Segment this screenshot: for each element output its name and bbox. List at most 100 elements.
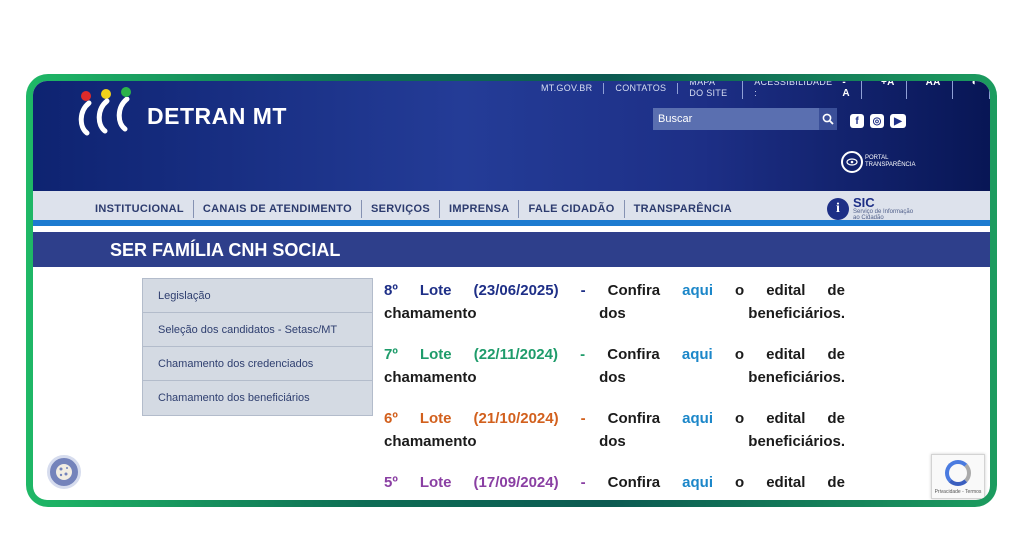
sic-title: SIC bbox=[853, 195, 875, 210]
lote-link[interactable]: aqui bbox=[682, 279, 713, 302]
eye-icon bbox=[841, 151, 863, 173]
detran-logo-mark bbox=[77, 87, 141, 139]
lote-text: edital bbox=[766, 410, 806, 427]
lote-text: de bbox=[827, 282, 845, 299]
recaptcha-badge[interactable]: Privacidade - Termos bbox=[931, 454, 985, 499]
lote-entry: 6º Lote (21/10/2024) - Confira aqui o edital de c… bbox=[384, 407, 845, 453]
sidebar-item-legislacao[interactable]: Legislação bbox=[143, 279, 372, 313]
portal-line2: TRANSPARÊNCIA bbox=[865, 162, 916, 168]
lote-first-line: 6º Lote (21/10/2024) - Confira aqui o edital de bbox=[384, 407, 845, 430]
search-box bbox=[653, 108, 837, 130]
green-dot bbox=[121, 87, 131, 97]
lote-number: 8º bbox=[384, 282, 398, 299]
portal-line1: PORTAL bbox=[865, 155, 889, 161]
instagram-icon[interactable]: ◎ bbox=[870, 114, 884, 128]
recaptcha-icon bbox=[945, 460, 971, 486]
facebook-icon[interactable]: f bbox=[850, 114, 864, 128]
lote-link[interactable]: aqui bbox=[682, 343, 713, 366]
accessibility-label: ACESSIBILIDADE : bbox=[754, 81, 833, 98]
lote-first-line: 8º Lote (23/06/2025) - Confira aqui o edital de bbox=[384, 279, 845, 302]
lote-link[interactable]: aqui bbox=[682, 407, 713, 430]
lote-text: de bbox=[827, 410, 845, 427]
lote-confira: Confira bbox=[607, 282, 661, 299]
nav-item-canais[interactable]: CANAIS DE ATENDIMENTO bbox=[192, 199, 361, 218]
recaptcha-text: Privacidade - Termos bbox=[934, 489, 982, 495]
page-title: SER FAMÍLIA CNH SOCIAL bbox=[110, 240, 341, 260]
sic-sub2: ao Cidadão bbox=[853, 215, 884, 221]
lote-date: (22/11/2024) bbox=[473, 346, 558, 363]
nav-item-fale-cidadao[interactable]: FALE CIDADÃO bbox=[518, 199, 623, 218]
lote-text: edital bbox=[766, 474, 806, 491]
nav-item-servicos[interactable]: SERVIÇOS bbox=[360, 199, 439, 218]
page-title-bar: SER FAMÍLIA CNH SOCIAL bbox=[33, 232, 990, 267]
logo-text: DETRAN MT bbox=[147, 102, 287, 129]
lote-number: 5º bbox=[384, 474, 398, 491]
nav-item-transparencia[interactable]: TRANSPARÊNCIA bbox=[623, 199, 741, 218]
lote-confira: Confira bbox=[607, 410, 661, 427]
contrast-icon[interactable]: ◐ bbox=[961, 81, 990, 99]
lote-second-line: chamamento dos beneficiários. bbox=[384, 433, 845, 450]
lote-text: de bbox=[827, 474, 845, 491]
font-increase-button[interactable]: +A bbox=[870, 81, 907, 99]
lote-first-line: 5º Lote (17/09/2024) - Confira aqui o edital de bbox=[384, 471, 845, 494]
link-mt-gov[interactable]: MT.GOV.BR bbox=[541, 82, 605, 94]
lote-dash: - bbox=[580, 346, 586, 363]
font-reset-button[interactable]: AA bbox=[915, 81, 953, 99]
lote-second-line: chamamento dos beneficiários. bbox=[384, 369, 845, 386]
top-links: MT.GOV.BR CONTATOS MAPA DO SITE ACESSIBI… bbox=[541, 81, 990, 99]
lote-second-line: chamamento dos beneficiários. bbox=[384, 305, 845, 322]
lote-word: Lote bbox=[419, 474, 452, 491]
lote-date: (21/10/2024) bbox=[473, 410, 559, 427]
browser-viewport: DETRAN MT MT.GOV.BR CONTATOS MAPA DO SIT… bbox=[33, 81, 990, 500]
sidebar-item-beneficiarios[interactable]: Chamamento dos beneficiários bbox=[143, 381, 372, 415]
portal-text: PORTAL TRANSPARÊNCIA bbox=[865, 155, 916, 169]
nav-item-imprensa[interactable]: IMPRENSA bbox=[439, 199, 518, 218]
lote-dash: - bbox=[580, 410, 586, 427]
menu: INSTITUCIONAL CANAIS DE ATENDIMENTO SERV… bbox=[95, 191, 741, 226]
lote-text: edital bbox=[766, 346, 806, 363]
portal-transparencia-link[interactable]: PORTAL TRANSPARÊNCIA bbox=[841, 151, 916, 173]
cookie-icon bbox=[56, 464, 72, 480]
lote-confira: Confira bbox=[607, 346, 660, 363]
search-input[interactable] bbox=[653, 108, 819, 130]
lote-text: o bbox=[735, 282, 745, 299]
lote-dash: - bbox=[580, 474, 586, 491]
lote-date: (17/09/2024) bbox=[473, 474, 559, 491]
nav-item-institucional[interactable]: INSTITUCIONAL bbox=[95, 200, 193, 218]
sidebar-item-selecao[interactable]: Seleção dos candidatos - Setasc/MT bbox=[143, 313, 372, 347]
device-frame: DETRAN MT MT.GOV.BR CONTATOS MAPA DO SIT… bbox=[26, 74, 997, 507]
lote-word: Lote bbox=[419, 410, 452, 427]
sic-link[interactable]: i SIC Serviço de Informação ao Cidadão bbox=[827, 195, 913, 221]
link-mapa-do-site[interactable]: MAPA DO SITE bbox=[678, 81, 744, 99]
lote-number: 6º bbox=[384, 410, 398, 427]
youtube-icon[interactable]: ▶ bbox=[890, 114, 906, 128]
sidebar-item-credenciados[interactable]: Chamamento dos credenciados bbox=[143, 347, 372, 381]
lote-entry: 7º Lote (22/11/2024) - Confira aqui o edital de c… bbox=[384, 343, 845, 389]
lote-dash: - bbox=[580, 282, 586, 299]
main-nav: INSTITUCIONAL CANAIS DE ATENDIMENTO SERV… bbox=[33, 191, 990, 226]
lote-entry: 8º Lote (23/06/2025) - Confira aqui o edital de c… bbox=[384, 279, 845, 325]
search-icon bbox=[822, 113, 834, 125]
lote-number: 7º bbox=[384, 346, 398, 363]
sidebar-menu: Legislação Seleção dos candidatos - Seta… bbox=[142, 278, 373, 416]
cookie-settings-button[interactable] bbox=[47, 455, 81, 489]
site-header: DETRAN MT MT.GOV.BR CONTATOS MAPA DO SIT… bbox=[33, 81, 990, 191]
lote-text: o bbox=[735, 474, 745, 491]
lote-date: (23/06/2025) bbox=[473, 282, 559, 299]
lote-entry: 5º Lote (17/09/2024) - Confira aqui o edital de bbox=[384, 471, 845, 494]
lote-text: o bbox=[735, 410, 745, 427]
lote-text: de bbox=[827, 346, 845, 363]
link-contatos[interactable]: CONTATOS bbox=[604, 82, 679, 94]
lote-word: Lote bbox=[419, 346, 452, 363]
accessibility-controls: -A +A AA ◐ bbox=[832, 81, 990, 99]
lote-link[interactable]: aqui bbox=[682, 471, 713, 494]
search-button[interactable] bbox=[819, 108, 837, 130]
lote-text: o bbox=[734, 346, 745, 363]
font-decrease-button[interactable]: -A bbox=[842, 81, 862, 99]
lote-word: Lote bbox=[419, 282, 452, 299]
detran-logo[interactable]: DETRAN MT bbox=[77, 87, 287, 139]
lote-confira: Confira bbox=[607, 474, 661, 491]
info-icon: i bbox=[827, 198, 849, 220]
lote-text: edital bbox=[766, 282, 806, 299]
lote-list: 8º Lote (23/06/2025) - Confira aqui o edital de c… bbox=[384, 279, 845, 500]
